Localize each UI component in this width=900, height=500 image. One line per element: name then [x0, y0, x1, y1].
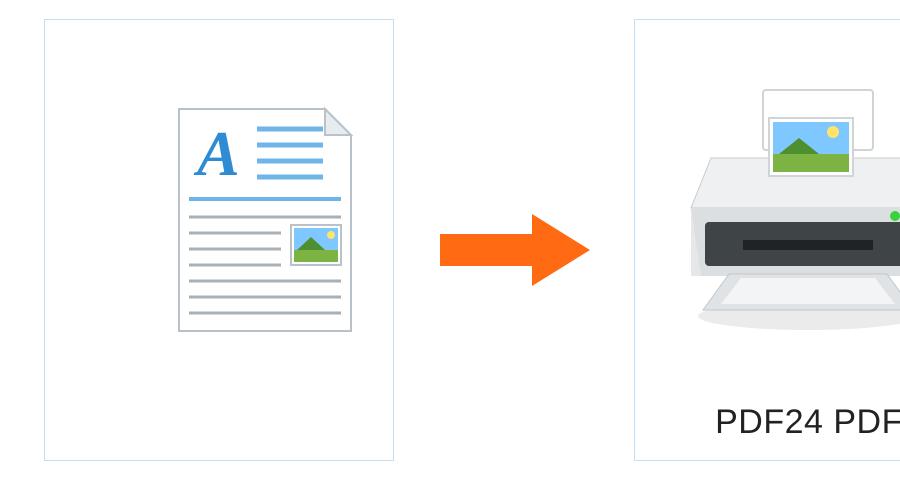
arrow-right-icon — [440, 210, 590, 290]
target-panel: PDF24 PDF — [634, 19, 900, 461]
conversion-diagram: A — [0, 0, 900, 500]
document-icon: A — [175, 105, 355, 335]
target-caption: PDF24 PDF — [635, 403, 900, 442]
printer-icon — [663, 80, 900, 340]
source-panel: A — [44, 19, 394, 461]
svg-text:A: A — [193, 118, 240, 189]
